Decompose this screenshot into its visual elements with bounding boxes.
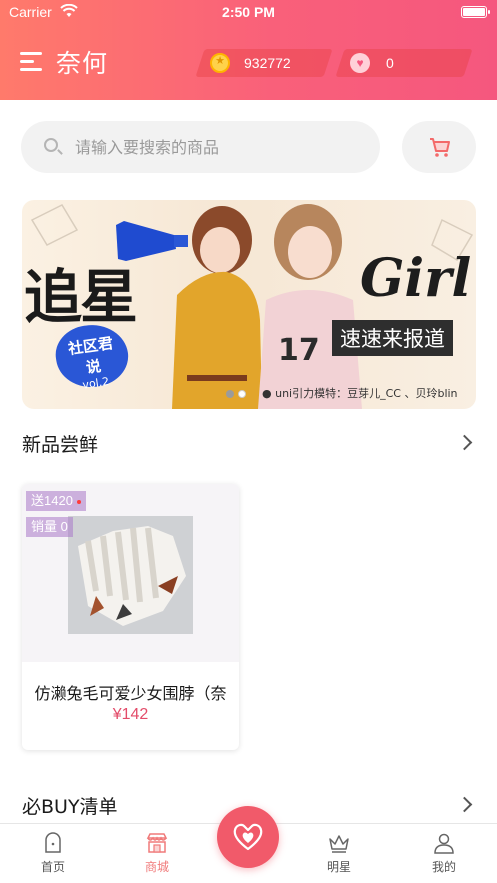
- tab-store[interactable]: 商城: [117, 832, 197, 875]
- gift-dot-icon: [76, 499, 81, 504]
- tab-store-label: 商城: [144, 860, 169, 874]
- header: Carrier 2:50 PM 奈何 932772 0: [0, 0, 497, 100]
- store-icon: [146, 833, 168, 853]
- banner-badge-line2: 说: [84, 356, 103, 377]
- banner-badge-line1: 社区君: [67, 334, 115, 359]
- hearts-pill[interactable]: 0: [350, 49, 394, 77]
- new-products-title: 新品尝鲜: [22, 434, 99, 456]
- tab-home-label: 首页: [40, 860, 65, 874]
- search-bar: [21, 121, 380, 173]
- model-right-image: 17: [258, 204, 362, 409]
- tab-mine[interactable]: 我的: [404, 832, 484, 875]
- product-image-area: 送1420 销量 0: [22, 484, 239, 662]
- gift-tag: 送1420: [26, 491, 86, 511]
- sales-tag: 销量 0: [26, 517, 73, 537]
- must-buy-more-chevron-icon[interactable]: [456, 796, 473, 813]
- user-icon: [434, 833, 454, 854]
- heart-hands-icon: [233, 823, 263, 851]
- search-input[interactable]: [75, 135, 365, 159]
- carousel-dot-1[interactable]: [226, 390, 234, 398]
- product-name: 仿濑兔毛可爱少女围脖（奈: [34, 684, 227, 703]
- product-photo: [68, 516, 193, 634]
- new-products-more-chevron-icon[interactable]: [456, 434, 473, 451]
- banner-girl-text: Girl: [360, 248, 472, 309]
- status-bar: Carrier 2:50 PM: [0, 0, 497, 24]
- battery-tip-icon: [488, 10, 490, 14]
- clock: 2:50 PM: [222, 4, 275, 20]
- product-card[interactable]: 送1420 销量 0 仿濑兔毛可爱少女围脖（奈 ¥142: [22, 484, 239, 750]
- battery-icon: [461, 6, 487, 18]
- product-price: ¥142: [112, 706, 149, 723]
- must-buy-title: 必BUY清单: [22, 796, 118, 818]
- tab-home[interactable]: 首页: [13, 832, 93, 875]
- coin-icon: [210, 53, 230, 73]
- favorites-fab-button[interactable]: [217, 806, 279, 868]
- hearts-value: 0: [386, 55, 394, 71]
- tab-star[interactable]: 明星: [299, 832, 379, 875]
- cart-icon: [430, 138, 450, 157]
- crown-icon: [329, 835, 349, 853]
- search-icon: [44, 138, 58, 152]
- coins-value: 932772: [244, 55, 291, 71]
- home-icon: [45, 832, 61, 853]
- coins-pill[interactable]: 932772: [210, 49, 291, 77]
- app-brand: 奈何: [56, 49, 109, 78]
- svg-text:17: 17: [278, 333, 320, 368]
- app-screen: Carrier 2:50 PM 奈何 932772 0: [0, 0, 497, 883]
- cart-button[interactable]: [402, 121, 476, 173]
- megaphone-icon: [116, 221, 188, 261]
- heart-coin-icon: [350, 53, 370, 73]
- tab-star-label: 明星: [326, 860, 351, 874]
- carousel-dot-2[interactable]: [238, 390, 246, 398]
- banner-subtitle: 速速来报道: [332, 320, 453, 356]
- promo-banner[interactable]: 追星 17 Girl 速速来报道 社区君 说 vol.2 ● uni引力模特：豆…: [22, 200, 476, 409]
- tab-mine-label: 我的: [431, 860, 456, 874]
- banner-caption: ● uni引力模特：豆芽儿_CC 、贝玲blin: [262, 387, 458, 400]
- menu-icon[interactable]: [20, 52, 46, 72]
